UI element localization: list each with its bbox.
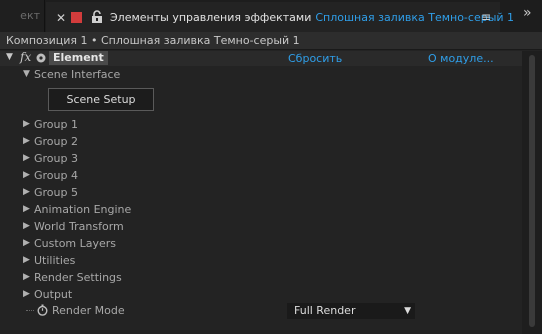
stopwatch-icon[interactable] — [37, 304, 48, 316]
twirl-down-icon[interactable]: ▼ — [23, 66, 30, 83]
vertical-scrollbar[interactable] — [522, 51, 542, 334]
layer-color-swatch — [71, 12, 82, 23]
tree-row-group[interactable]: ▶ Group 1 — [0, 116, 522, 133]
twirl-right-icon[interactable]: ▶ — [23, 252, 30, 269]
tree-row-label: Output — [34, 288, 73, 301]
lock-icon[interactable] — [91, 10, 103, 24]
tree-row-group[interactable]: ▶ Output — [0, 286, 522, 303]
double-chevron-right-icon[interactable]: » — [523, 5, 532, 21]
reset-link[interactable]: Сбросить — [288, 52, 342, 65]
tree-row-label: Group 2 — [34, 135, 78, 148]
tab-previous-label: ект — [20, 9, 40, 22]
twirl-right-icon[interactable]: ▶ — [23, 184, 30, 201]
effect-header: ▼ fx Element Сбросить О модуле... — [0, 50, 522, 66]
tree-row-label: Group 1 — [34, 118, 78, 131]
tree-row-label: World Transform — [34, 220, 124, 233]
twirl-right-icon[interactable]: ▶ — [23, 269, 30, 286]
tree-row-group[interactable]: ▶ Animation Engine — [0, 201, 522, 218]
tree-row-label: Custom Layers — [34, 237, 117, 250]
twirl-right-icon[interactable]: ▶ — [23, 116, 30, 133]
tree-row-group[interactable]: ▶ Group 2 — [0, 133, 522, 150]
breadcrumb: Композиция 1 • Сплошная заливка Темно-се… — [0, 32, 542, 50]
twirl-right-icon[interactable]: ▶ — [23, 150, 30, 167]
twirl-right-icon[interactable]: ▶ — [23, 133, 30, 150]
twirl-right-icon[interactable]: ▶ — [23, 235, 30, 252]
tree-row-scene-interface[interactable]: ▼ Scene Interface — [0, 66, 522, 83]
tree-row-label: Render Settings — [34, 271, 122, 284]
tree-row-label: Scene Interface — [34, 68, 121, 81]
tree-row-group[interactable]: ▶ Group 3 — [0, 150, 522, 167]
tab-title: Элементы управления эффектами Сплошная за… — [110, 11, 514, 24]
close-icon[interactable]: ✕ — [56, 11, 66, 25]
render-mode-label: Render Mode — [52, 304, 125, 317]
panel-tab-bar: ект ✕ Элементы управления эффектами Сплош… — [0, 0, 542, 32]
tree-row-label: Animation Engine — [34, 203, 132, 216]
twirl-right-icon[interactable]: ▶ — [23, 286, 30, 303]
twirl-right-icon[interactable]: ▶ — [23, 218, 30, 235]
tree-row-label: Utilities — [34, 254, 76, 267]
chevron-down-icon: ▼ — [404, 306, 411, 316]
plugin-icon — [36, 53, 46, 63]
tree-row-group[interactable]: ▶ Custom Layers — [0, 235, 522, 252]
twirl-right-icon[interactable]: ▶ — [23, 201, 30, 218]
tree-guide-line — [26, 310, 34, 311]
render-mode-value: Full Render — [294, 304, 356, 317]
twirl-down-icon[interactable]: ▼ — [6, 52, 13, 62]
tree-row-group[interactable]: ▶ Group 5 — [0, 184, 522, 201]
tree-row-group[interactable]: ▶ Group 4 — [0, 167, 522, 184]
tree-row-label: Group 5 — [34, 186, 78, 199]
tree-row-group[interactable]: ▶ World Transform — [0, 218, 522, 235]
tree-row-label: Group 3 — [34, 152, 78, 165]
twirl-right-icon[interactable]: ▶ — [23, 167, 30, 184]
render-mode-row: Render Mode Full Render ▼ — [0, 302, 522, 320]
tree-row-group[interactable]: ▶ Render Settings — [0, 269, 522, 286]
about-link[interactable]: О модуле... — [428, 52, 494, 65]
tab-effect-controls[interactable]: ✕ Элементы управления эффектами Сплошная … — [46, 2, 514, 32]
scene-setup-button[interactable]: Scene Setup — [48, 88, 154, 111]
tab-previous[interactable]: ект — [0, 0, 45, 32]
effect-name[interactable]: Element — [49, 51, 108, 65]
tab-title-text: Элементы управления эффектами — [110, 11, 312, 24]
fx-toggle-icon[interactable]: fx — [20, 50, 31, 64]
tree-row-label: Group 4 — [34, 169, 78, 182]
tree-row-group[interactable]: ▶ Utilities — [0, 252, 522, 269]
scrollbar-thumb[interactable] — [529, 55, 535, 327]
render-mode-dropdown[interactable]: Full Render ▼ — [287, 303, 415, 319]
panel-menu-icon[interactable]: ≡ — [481, 10, 491, 24]
